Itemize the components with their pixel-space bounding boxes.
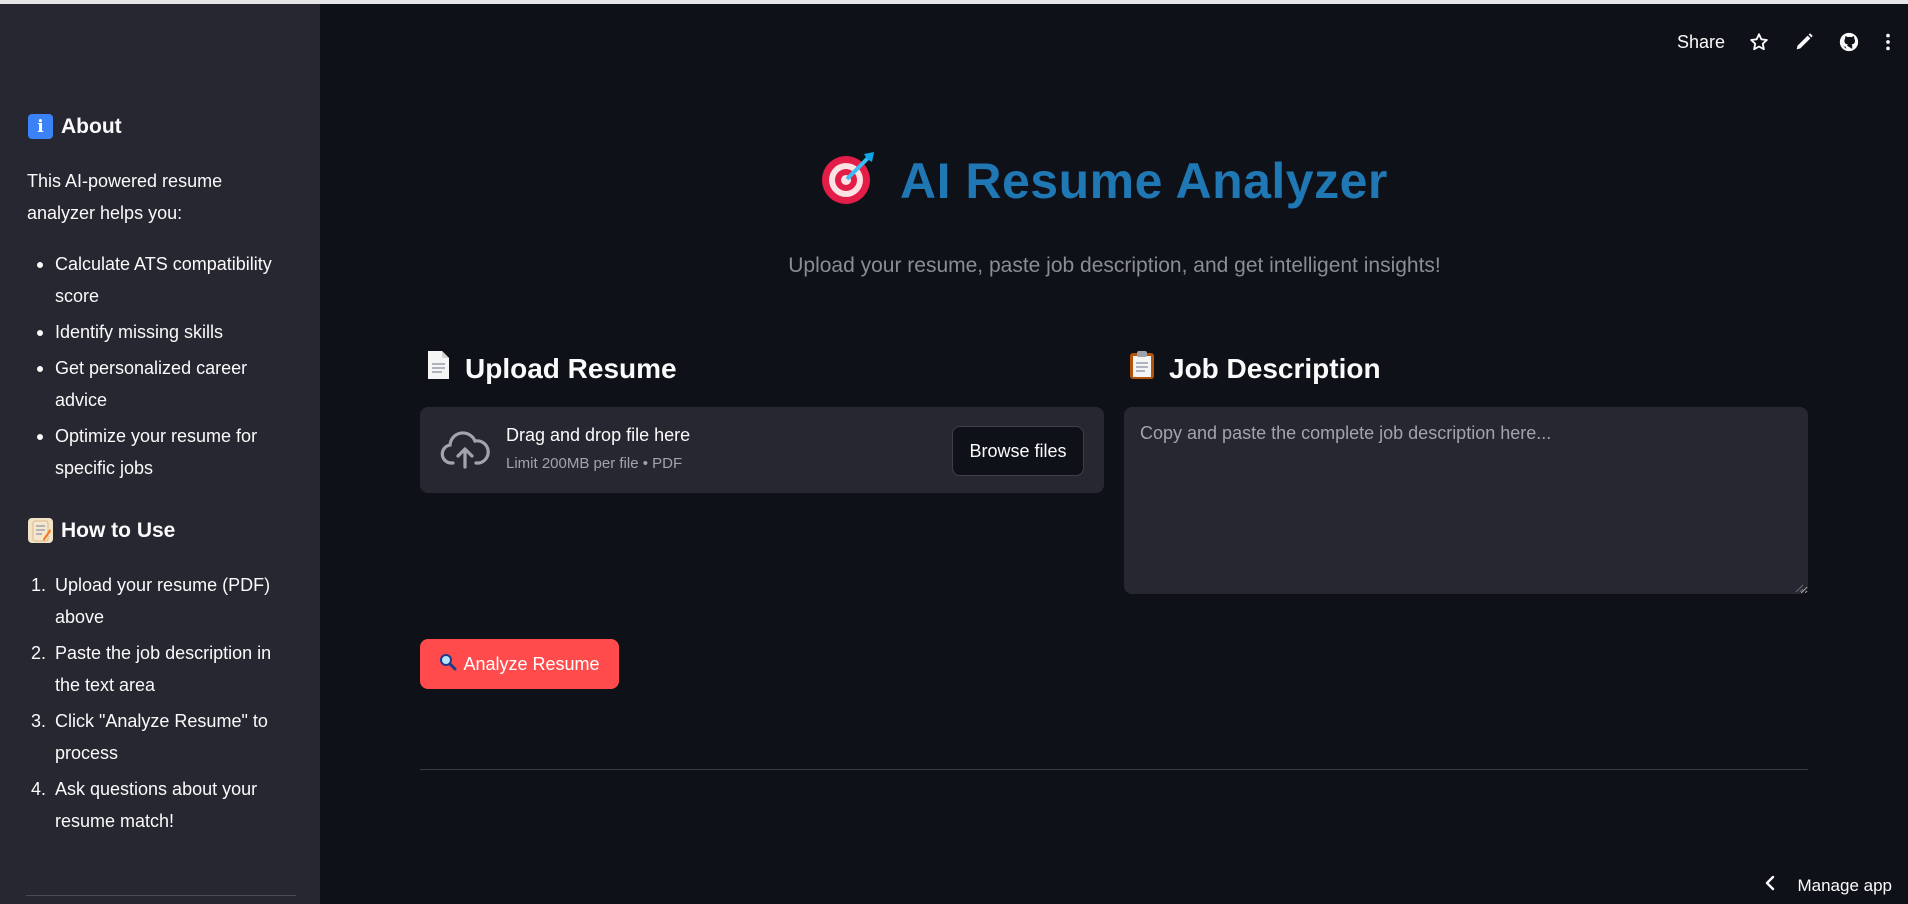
how-to-use-heading-text: How to Use [61, 518, 176, 542]
file-uploader-dropzone[interactable]: Drag and drop file here Limit 200MB per … [420, 407, 1104, 493]
clipboard-icon [1129, 350, 1155, 387]
browse-files-button[interactable]: Browse files [952, 426, 1084, 476]
analyze-resume-label: Analyze Resume [463, 653, 600, 674]
file-limit-text: Limit 200MB per file • PDF [506, 455, 683, 472]
list-item: Optimize your resume for specific jobs [27, 420, 297, 484]
resize-handle-icon[interactable] [1794, 580, 1804, 593]
list-item: Get personalized career advice [27, 352, 297, 416]
sidebar-divider [26, 895, 296, 896]
target-dart-icon [820, 148, 878, 214]
github-icon[interactable] [1835, 28, 1863, 56]
sidebar: i About This AI-powered resume analyzer … [0, 4, 320, 904]
job-description-heading-text: Job Description [1169, 352, 1381, 384]
cloud-upload-icon [440, 429, 490, 471]
page-subtitle: Upload your resume, paste job descriptio… [788, 254, 1441, 277]
share-button[interactable]: Share [1677, 32, 1725, 53]
about-intro: This AI-powered resume analyzer helps yo… [27, 171, 223, 223]
list-item: 2. Paste the job description in the text … [31, 643, 272, 695]
title-text: AI Resume Analyzer [900, 153, 1388, 209]
list-item: Calculate ATS compatibility score [27, 248, 297, 312]
content-divider [420, 769, 1808, 770]
upload-resume-heading-text: Upload Resume [465, 352, 677, 384]
more-vertical-icon[interactable] [1880, 28, 1896, 56]
pencil-icon[interactable] [1790, 28, 1818, 56]
manage-app-label: Manage app [1797, 875, 1892, 895]
list-item: Identify missing skills [27, 316, 297, 348]
about-list: Calculate ATS compatibility score Identi… [27, 248, 297, 488]
memo-icon [28, 518, 53, 543]
top-toolbar: Share [1677, 28, 1908, 56]
page-title: AI Resume Analyzer [820, 148, 1388, 214]
drag-drop-text: Drag and drop file here [506, 425, 691, 445]
manage-app-button[interactable]: Manage app [1765, 875, 1892, 896]
chevron-left-icon [1765, 875, 1775, 896]
job-description-textarea[interactable] [1124, 407, 1808, 594]
upload-resume-heading: Upload Resume [425, 350, 677, 387]
how-to-use-heading: How to Use [28, 518, 175, 543]
list-item: 1. Upload your resume (PDF) above [31, 575, 271, 627]
analyze-resume-button[interactable]: Analyze Resume [420, 639, 619, 689]
list-item: 3. Click "Analyze Resume" to process [31, 711, 268, 763]
list-item: 4. Ask questions about your resume match! [31, 779, 258, 831]
magnifier-icon [439, 653, 457, 676]
job-description-heading: Job Description [1129, 350, 1381, 387]
star-icon[interactable] [1745, 28, 1773, 56]
how-to-use-list: 1. Upload your resume (PDF) above 2. Paste… [27, 569, 297, 841]
about-heading-text: About [61, 114, 122, 138]
info-icon: i [28, 114, 53, 139]
document-icon [425, 350, 451, 387]
about-heading: i About [28, 114, 122, 139]
